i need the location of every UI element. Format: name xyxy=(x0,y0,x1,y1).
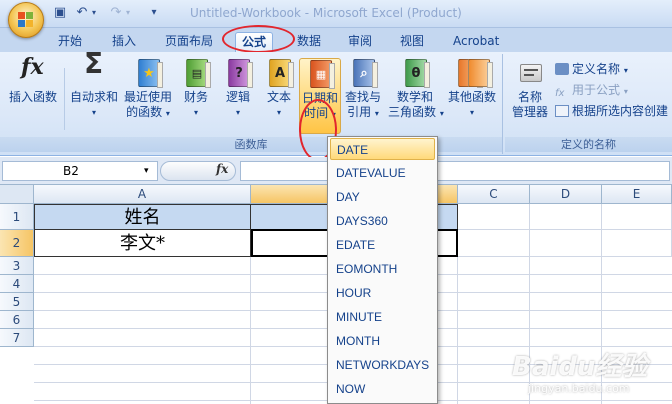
annotation-circle-tab xyxy=(222,25,295,53)
formula-input[interactable] xyxy=(240,161,670,181)
fx-small-icon: fx xyxy=(555,88,565,99)
question-book-icon: ? xyxy=(224,58,253,88)
dropdown-item-networkdays[interactable]: NETWORKDAYS xyxy=(330,354,435,376)
tab-page-layout[interactable]: 页面布局 xyxy=(159,32,219,52)
tab-acrobat[interactable]: Acrobat xyxy=(447,32,505,52)
office-logo-icon xyxy=(18,12,34,28)
tab-insert[interactable]: 插入 xyxy=(106,32,142,52)
insert-function-fx-icon[interactable]: fx xyxy=(216,162,228,176)
more-functions-button[interactable]: 其他函数 ▾ xyxy=(444,58,500,120)
recent-functions-button[interactable]: ★ 最近使用 的函数 ▾ xyxy=(122,58,174,121)
fx-icon: fx xyxy=(21,54,44,80)
dropdown-item-edate[interactable]: EDATE xyxy=(330,234,435,256)
dropdown-item-day[interactable]: DAY xyxy=(330,186,435,208)
dropdown-item-eomonth[interactable]: EOMONTH xyxy=(330,258,435,280)
lookup-reference-button[interactable]: ⌕ 查找与 引用 ▾ xyxy=(342,58,384,121)
text-button[interactable]: A 文本 ▾ xyxy=(262,58,296,120)
cell-c1[interactable] xyxy=(458,204,530,230)
star-book-icon: ★ xyxy=(134,58,163,88)
cell-a2[interactable]: 李文* xyxy=(34,230,251,257)
redo-dropdown-icon[interactable]: ▾ xyxy=(120,5,136,21)
tab-home[interactable]: 开始 xyxy=(52,32,88,52)
name-box-dropdown-icon[interactable]: ▾ xyxy=(144,161,149,181)
create-from-selection-button[interactable]: 根据所选内容创建 xyxy=(555,102,668,120)
cell-e1[interactable] xyxy=(602,204,672,230)
name-box[interactable]: B2 xyxy=(2,161,158,181)
column-header-d[interactable]: D xyxy=(530,185,602,204)
create-names-icon xyxy=(555,105,569,117)
insert-function-button[interactable]: fx 插入函数 xyxy=(4,54,62,105)
undo-dropdown-icon[interactable]: ▾ xyxy=(86,5,102,21)
row-header-4[interactable]: 4 xyxy=(0,275,34,293)
baidu-watermark: Baidu经验 jingyan.baidu.com xyxy=(512,342,672,402)
autosum-button[interactable]: Σ 自动求和 ▾ xyxy=(66,47,122,120)
theta-book-icon: θ xyxy=(401,58,430,88)
window-title: Untitled-Workbook - Microsoft Excel (Pro… xyxy=(190,6,462,20)
use-in-formula-button[interactable]: fx 用于公式 ▾ xyxy=(555,81,628,99)
text-book-icon: A xyxy=(265,58,294,88)
cell-d2[interactable] xyxy=(530,230,602,257)
defined-names-label: 定义的名称 xyxy=(505,137,672,152)
office-button[interactable] xyxy=(8,2,44,38)
logical-button[interactable]: ? 逻辑 ▾ xyxy=(220,58,256,120)
dropdown-item-minute[interactable]: MINUTE xyxy=(330,306,435,328)
name-manager-button[interactable]: 名称 管理器 xyxy=(507,58,553,120)
dropdown-item-month[interactable]: MONTH xyxy=(330,330,435,352)
name-manager-icon xyxy=(516,58,544,88)
dropdown-item-days360[interactable]: DAYS360 xyxy=(330,210,435,232)
cell-e2[interactable] xyxy=(602,230,672,257)
datetime-function-dropdown: DATE DATEVALUE DAY DAYS360 EDATE EOMONTH… xyxy=(327,136,438,404)
select-all-corner[interactable] xyxy=(0,185,34,204)
row-header-1[interactable]: 1 xyxy=(0,204,34,230)
dropdown-item-hour[interactable]: HOUR xyxy=(330,282,435,304)
title-bar: ▣ ↶ ▾ ↷ ▾ ▾ Untitled-Workbook - Microsof… xyxy=(0,0,672,28)
column-header-a[interactable]: A xyxy=(34,185,251,204)
defined-names-group: 名称 管理器 定义名称 ▾ fx 用于公式 ▾ 根据所选内容创建 定义的名称 xyxy=(505,54,672,154)
row-header-3[interactable]: 3 xyxy=(0,257,34,275)
books-icon xyxy=(458,58,493,88)
define-name-button[interactable]: 定义名称 ▾ xyxy=(555,60,628,78)
customize-toolbar-icon[interactable]: ▾ xyxy=(146,5,162,21)
watermark-main: Baidu经验 xyxy=(512,352,648,382)
cell-d1[interactable] xyxy=(530,204,602,230)
cell-a1[interactable]: 姓名 xyxy=(34,204,251,230)
magnifier-book-icon: ⌕ xyxy=(349,58,378,88)
define-name-icon xyxy=(555,63,569,75)
financial-button[interactable]: ▤ 财务 ▾ xyxy=(178,58,214,120)
row-header-7[interactable]: 7 xyxy=(0,329,34,347)
tab-data[interactable]: 数据 xyxy=(291,32,327,52)
sigma-icon: Σ xyxy=(84,47,104,80)
calendar-book-icon: ▦ xyxy=(306,59,335,89)
dropdown-item-date[interactable]: DATE xyxy=(330,138,435,160)
cell-c2[interactable] xyxy=(458,230,530,257)
column-header-e[interactable]: E xyxy=(602,185,672,204)
dropdown-item-now[interactable]: NOW xyxy=(330,378,435,400)
ribbon-divider xyxy=(64,68,65,130)
tab-review[interactable]: 审阅 xyxy=(342,32,378,52)
row-header-5[interactable]: 5 xyxy=(0,293,34,311)
financial-book-icon: ▤ xyxy=(182,58,211,88)
math-trig-button[interactable]: θ 数学和 三角函数 ▾ xyxy=(388,58,444,121)
save-icon[interactable]: ▣ xyxy=(52,5,68,21)
column-header-c[interactable]: C xyxy=(458,185,530,204)
dropdown-item-datevalue[interactable]: DATEVALUE xyxy=(330,162,435,184)
watermark-sub: jingyan.baidu.com xyxy=(528,382,630,395)
row-header-2[interactable]: 2 xyxy=(0,230,34,257)
tab-view[interactable]: 视图 xyxy=(394,32,430,52)
row-header-6[interactable]: 6 xyxy=(0,311,34,329)
